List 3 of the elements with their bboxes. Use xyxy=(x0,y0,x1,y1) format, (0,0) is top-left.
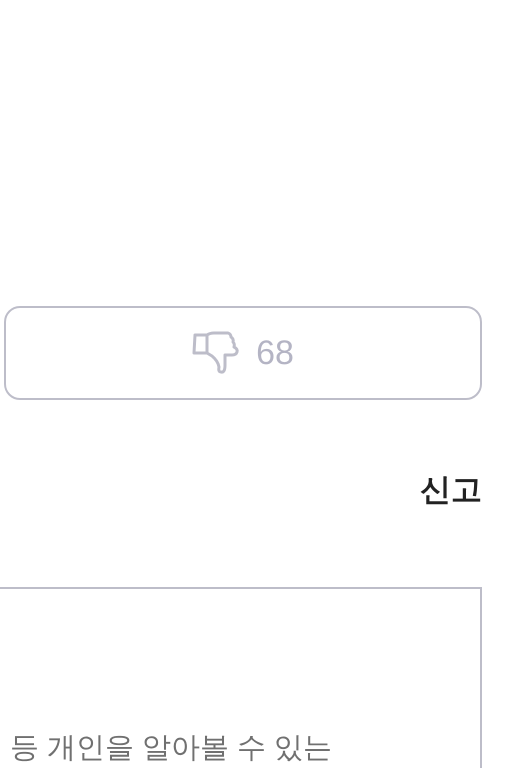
notice-text: 등 개인을 알아볼 수 있는 xyxy=(10,730,334,766)
thumbs-down-icon xyxy=(192,331,240,375)
report-link[interactable]: 신고 xyxy=(420,474,482,505)
